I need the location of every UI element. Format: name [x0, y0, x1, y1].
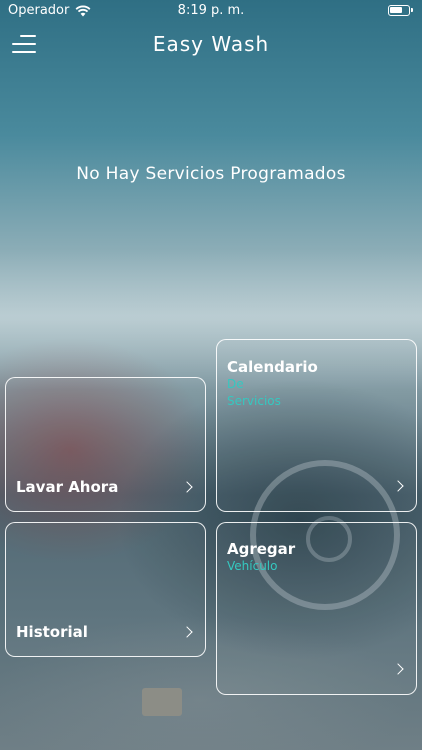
background-drain	[142, 688, 182, 716]
add-vehicle-subtitle: Vehículo	[227, 559, 278, 573]
wash-now-card[interactable]: Lavar Ahora	[5, 377, 206, 512]
chevron-right-icon	[181, 481, 193, 493]
history-card[interactable]: Historial	[5, 522, 206, 657]
app-title: Easy Wash	[152, 32, 270, 56]
history-title: Historial	[16, 623, 88, 641]
calendar-card-title: Calendario	[227, 358, 318, 376]
empty-services-message: No Hay Servicios Programados	[76, 164, 346, 184]
calendar-services-card[interactable]: Calendario De Servicios	[216, 339, 417, 512]
chevron-right-icon	[392, 663, 404, 675]
calendar-card-subtitle-2: Servicios	[227, 394, 281, 408]
status-bar: Operador 8:19 p. m.	[0, 0, 422, 22]
battery-icon	[388, 5, 413, 16]
chevron-right-icon	[392, 480, 404, 492]
chevron-right-icon	[181, 626, 193, 638]
clock: 8:19 p. m.	[177, 3, 245, 18]
wash-now-title: Lavar Ahora	[16, 478, 119, 496]
calendar-card-subtitle-1: De	[227, 377, 244, 391]
add-vehicle-title: Agregar	[227, 540, 296, 558]
add-vehicle-card[interactable]: Agregar Vehículo	[216, 522, 417, 695]
nav-bar: Easy Wash	[0, 28, 422, 62]
